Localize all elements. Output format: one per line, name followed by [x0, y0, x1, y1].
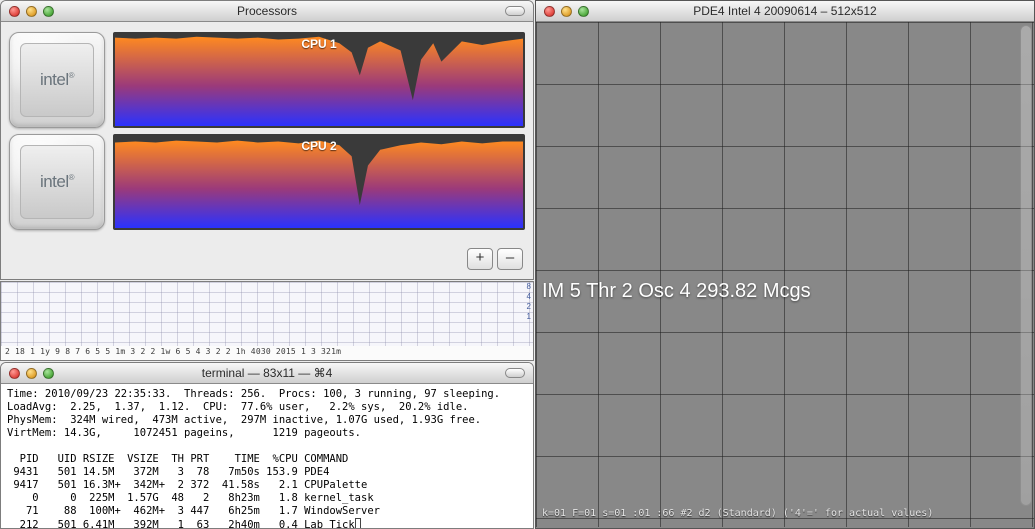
history-window: 8 4 2 1 2 18 1 1y 9 8 7 6 5 5 1m 3 2 2 1… [0, 281, 534, 361]
pde-title: PDE4 Intel 4 20090614 – 512x512 [536, 4, 1034, 18]
pde-window: PDE4 Intel 4 20090614 – 512x512 IM 5 Thr… [535, 0, 1035, 529]
terminal-titlebar[interactable]: terminal — 83x11 — ⌘4 [1, 363, 533, 384]
processors-titlebar[interactable]: Processors [1, 1, 533, 22]
pde-canvas[interactable]: IM 5 Thr 2 Osc 4 293.82 Mcgs k=01 F=01 s… [536, 22, 1034, 527]
remove-cpu-button[interactable]: – [497, 248, 523, 270]
terminal-output[interactable]: Time: 2010/09/23 22:35:33. Threads: 256.… [1, 384, 533, 529]
minimize-icon[interactable] [26, 368, 37, 379]
close-icon[interactable] [544, 6, 555, 17]
cpu1-label: CPU 1 [115, 37, 523, 51]
cpu2-label: CPU 2 [115, 139, 523, 153]
chip-brand-label: intel [40, 172, 69, 191]
toolbar-toggle-icon[interactable] [505, 6, 525, 16]
cpu2-row: intel® CPU 2 [9, 134, 525, 230]
pde-footer-text: k=01 F=01 s=01 :01 :66 #2 d2 (Standard) … [542, 508, 933, 519]
cpu2-area [115, 141, 523, 228]
cpu2-graph: CPU 2 [113, 134, 525, 230]
terminal-title: terminal — 83x11 — ⌘4 [1, 366, 533, 380]
zoom-icon[interactable] [578, 6, 589, 17]
toolbar-toggle-icon[interactable] [505, 368, 525, 378]
minimize-icon[interactable] [561, 6, 572, 17]
minimize-icon[interactable] [26, 6, 37, 17]
history-graph: 8 4 2 1 [1, 282, 533, 346]
add-cpu-button[interactable]: + [467, 248, 493, 270]
history-y-labels: 8 4 2 1 [527, 282, 531, 322]
processors-title: Processors [1, 4, 533, 18]
zoom-icon[interactable] [43, 6, 54, 17]
zoom-icon[interactable] [43, 368, 54, 379]
cpu1-graph: CPU 1 [113, 32, 525, 128]
cpu1-row: intel® CPU 1 [9, 32, 525, 128]
processors-window: Processors intel® [0, 0, 534, 280]
pde-titlebar[interactable]: PDE4 Intel 4 20090614 – 512x512 [536, 1, 1034, 22]
close-icon[interactable] [9, 368, 20, 379]
pde-visualisation [536, 22, 1034, 527]
terminal-window: terminal — 83x11 — ⌘4 Time: 2010/09/23 2… [0, 362, 534, 529]
vertical-scrollbar[interactable] [1020, 25, 1032, 506]
cpu2-chip-icon: intel® [9, 134, 105, 230]
cpu1-chip-icon: intel® [9, 32, 105, 128]
cursor-icon [355, 518, 361, 529]
close-icon[interactable] [9, 6, 20, 17]
pde-overlay-text: IM 5 Thr 2 Osc 4 293.82 Mcgs [542, 280, 811, 303]
chip-brand-label: intel [40, 70, 69, 89]
